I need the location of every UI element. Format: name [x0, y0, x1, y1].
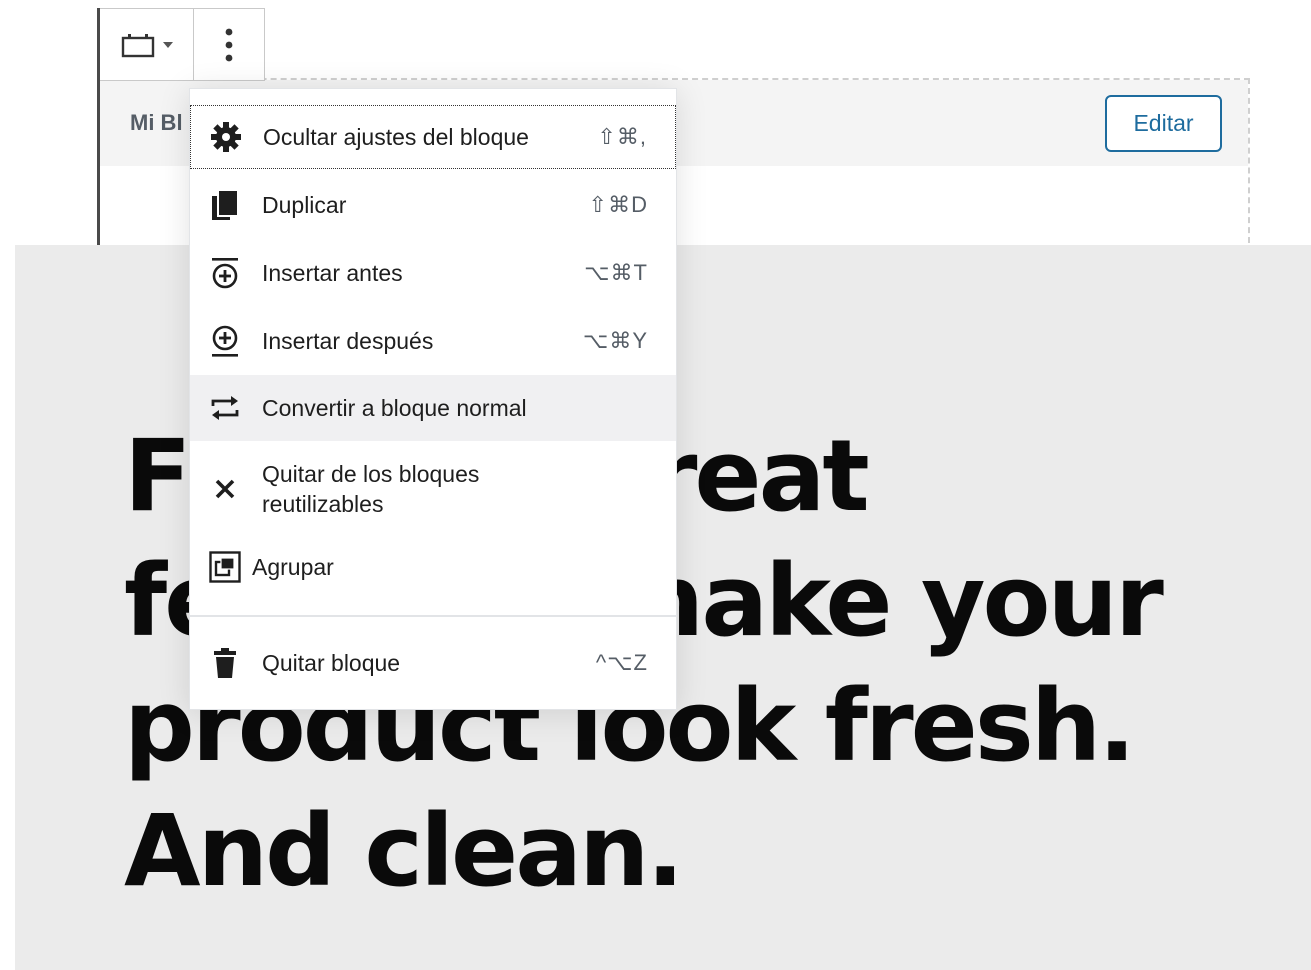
menu-item-shortcut: ⇧⌘, — [597, 124, 647, 149]
menu-item-shortcut: ⌥⌘Y — [582, 328, 648, 353]
menu-item-remove-block[interactable]: Quitar bloque ^⌥Z — [190, 631, 676, 695]
block-toolbar — [100, 8, 265, 81]
trash-icon — [208, 646, 242, 680]
close-icon — [208, 472, 242, 506]
menu-item-duplicate[interactable]: Duplicar ⇧⌘D — [190, 173, 676, 237]
menu-item-hide-settings[interactable]: Ocultar ajustes del bloque ⇧⌘, — [190, 105, 676, 169]
edit-button[interactable]: Editar — [1105, 95, 1222, 152]
insert-before-icon — [208, 256, 242, 290]
menu-item-label: Insertar antes — [262, 260, 403, 286]
convert-icon — [208, 391, 242, 425]
menu-item-convert-to-regular[interactable]: Convertir a bloque normal — [190, 375, 676, 441]
menu-item-label: Insertar después — [262, 328, 434, 354]
menu-item-shortcut: ⇧⌘D — [588, 192, 648, 217]
menu-item-label: Quitar bloque — [262, 650, 401, 676]
reusable-block-title: Mi Bl — [130, 110, 183, 135]
group-icon — [208, 550, 242, 584]
kebab-menu-icon — [225, 28, 233, 62]
menu-item-remove-from-reusable[interactable]: Quitar de los bloques reutilizables — [190, 447, 676, 531]
block-type-button[interactable] — [100, 9, 194, 80]
caret-down-icon — [162, 41, 173, 49]
menu-item-shortcut: ^⌥Z — [595, 650, 648, 675]
menu-item-label: Agrupar — [252, 554, 334, 580]
editor-canvas: Mi Bl Editar Fun and great features make… — [0, 0, 1311, 970]
menu-item-label: Duplicar — [262, 192, 347, 218]
menu-item-label: Ocultar ajustes del bloque — [263, 124, 529, 150]
menu-item-shortcut: ⌥⌘T — [584, 260, 648, 285]
more-options-button[interactable] — [194, 9, 264, 80]
menu-item-insert-before[interactable]: Insertar antes ⌥⌘T — [190, 241, 676, 305]
menu-item-group[interactable]: Agrupar — [190, 535, 676, 599]
menu-item-insert-after[interactable]: Insertar después ⌥⌘Y — [190, 309, 676, 373]
block-options-menu: Ocultar ajustes del bloque ⇧⌘, Duplicar … — [189, 88, 677, 710]
gear-icon — [209, 120, 243, 154]
menu-divider — [190, 615, 676, 617]
insert-after-icon — [208, 324, 242, 358]
menu-item-label: Quitar de los bloques reutilizables — [262, 461, 480, 517]
menu-item-label: Convertir a bloque normal — [262, 395, 527, 421]
reusable-block-icon — [121, 32, 155, 58]
duplicate-icon — [208, 188, 242, 222]
